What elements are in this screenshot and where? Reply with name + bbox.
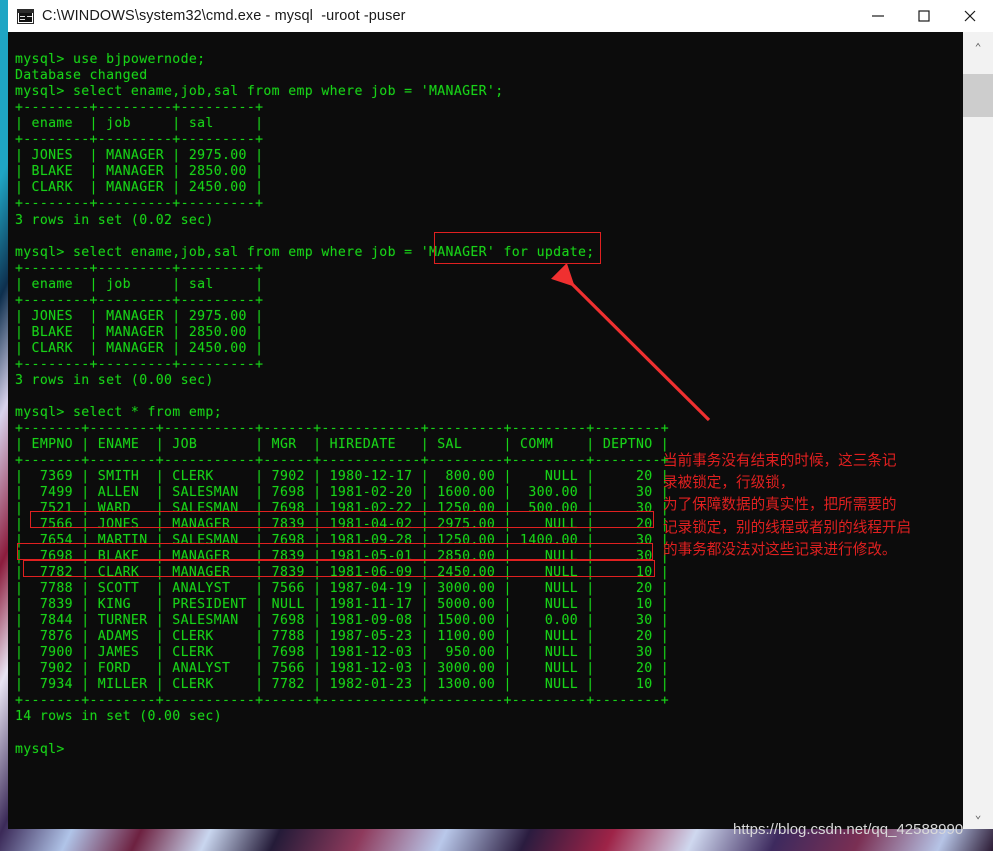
maximize-button[interactable] xyxy=(901,0,947,32)
minimize-button[interactable] xyxy=(855,0,901,32)
terminal-output-area[interactable]: mysql> use bjpowernode; Database changed… xyxy=(8,32,963,829)
window-title-bar[interactable]: C:\WINDOWS\system32\cmd.exe - mysql -uro… xyxy=(8,0,993,32)
cmd-console-window: C:\WINDOWS\system32\cmd.exe - mysql -uro… xyxy=(8,0,993,829)
scroll-up-icon[interactable]: ⌃ xyxy=(963,32,993,62)
scroll-down-icon[interactable]: ⌄ xyxy=(963,799,993,829)
cmd-console-icon xyxy=(17,8,34,24)
terminal-text: mysql> use bjpowernode; Database changed… xyxy=(15,52,670,757)
window-controls xyxy=(855,0,993,32)
window-title: C:\WINDOWS\system32\cmd.exe - mysql -uro… xyxy=(42,8,406,24)
vertical-scrollbar[interactable]: ⌃ ⌄ xyxy=(963,32,993,829)
annotation-note: 当前事务没有结束的时候，这三条记 录被锁定，行级锁， 为了保障数据的真实性，把所… xyxy=(663,452,912,558)
scrollbar-thumb[interactable] xyxy=(963,74,993,117)
watermark-url: https://blog.csdn.net/qq_42588990 xyxy=(733,821,964,838)
close-button[interactable] xyxy=(947,0,993,32)
